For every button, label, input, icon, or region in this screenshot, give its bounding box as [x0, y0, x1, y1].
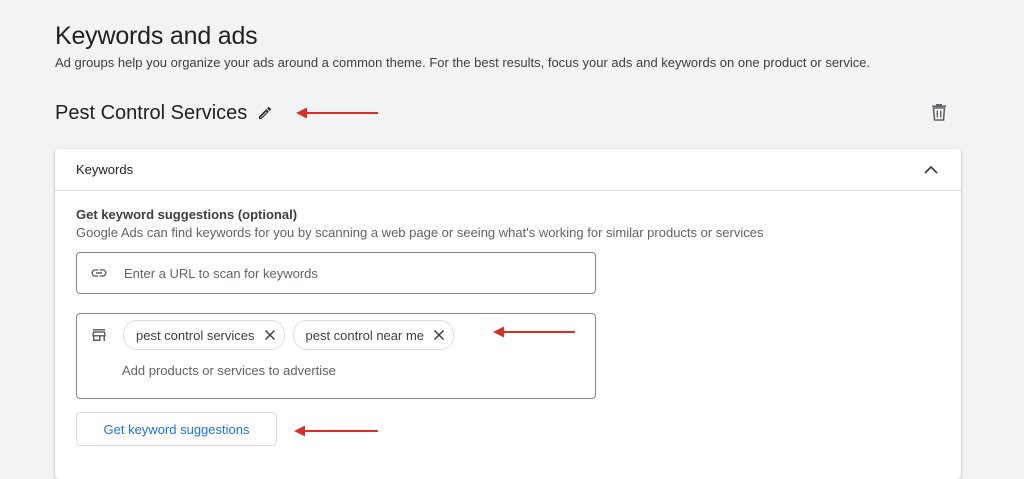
chip-label: pest control services: [136, 327, 255, 343]
get-keyword-suggestions-button[interactable]: Get keyword suggestions: [76, 412, 277, 446]
close-icon[interactable]: [264, 329, 276, 341]
link-icon: [90, 264, 108, 282]
annotation-arrow: [493, 326, 575, 338]
trash-icon[interactable]: [930, 102, 948, 122]
page-title: Keywords and ads: [55, 22, 258, 50]
products-input-placeholder[interactable]: Add products or services to advertise: [122, 363, 336, 378]
chip: pest control services: [123, 320, 285, 350]
ad-group-name: Pest Control Services: [55, 101, 248, 124]
chip: pest control near me: [292, 320, 455, 350]
annotation-arrow: [296, 107, 378, 119]
url-field[interactable]: [76, 252, 596, 294]
suggestions-title: Get keyword suggestions (optional): [76, 207, 298, 222]
annotation-arrow: [294, 425, 378, 437]
keywords-card: Keywords Get keyword suggestions (option…: [55, 149, 961, 479]
url-input[interactable]: [122, 264, 566, 282]
keywords-card-header[interactable]: Keywords: [55, 149, 961, 191]
chevron-up-icon[interactable]: [923, 162, 939, 178]
close-icon[interactable]: [433, 329, 445, 341]
chip-label: pest control near me: [305, 327, 425, 343]
storefront-icon: [90, 326, 108, 344]
chip-list: pest control services pest control near …: [123, 320, 455, 350]
suggestions-description: Google Ads can find keywords for you by …: [76, 225, 764, 240]
ad-group-name-row: Pest Control Services: [55, 100, 273, 126]
keywords-card-title: Keywords: [76, 162, 134, 177]
page-subtitle: Ad groups help you organize your ads aro…: [55, 55, 871, 70]
pencil-icon[interactable]: [257, 105, 273, 121]
